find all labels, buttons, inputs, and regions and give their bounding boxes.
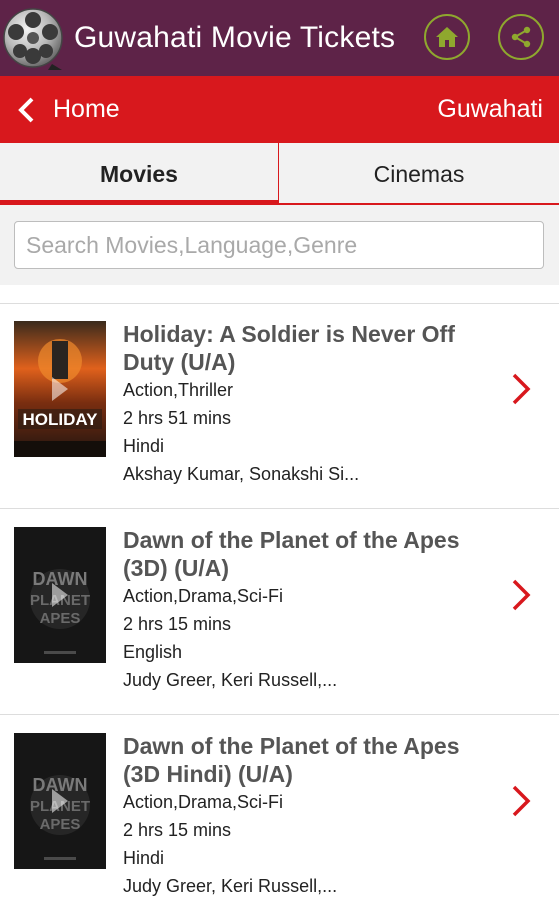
movie-info: Holiday: A Soldier is Never Off Duty (U/…: [123, 320, 493, 488]
movie-title: Holiday: A Soldier is Never Off Duty (U/…: [123, 321, 455, 375]
back-home-link[interactable]: Home: [53, 93, 120, 125]
movie-duration: 2 hrs 51 mins: [123, 408, 232, 428]
play-icon: [52, 583, 68, 607]
search-input[interactable]: [14, 221, 544, 269]
chevron-right-icon[interactable]: [510, 578, 532, 612]
svg-text:HOLIDAY: HOLIDAY: [23, 410, 99, 429]
movie-title: Dawn of the Planet of the Apes (3D) (U/A…: [123, 527, 460, 581]
movie-title: Dawn of the Planet of the Apes (3D Hindi…: [123, 733, 460, 787]
movie-cast: Akshay Kumar, Sonakshi Si...: [123, 464, 360, 484]
movie-language: Hindi: [123, 436, 165, 456]
play-icon: [52, 377, 68, 401]
movie-genre: Action,Thriller: [123, 380, 234, 400]
movie-language: Hindi: [123, 848, 165, 868]
play-icon: [52, 789, 68, 813]
movie-cast: Judy Greer, Keri Russell,...: [123, 876, 338, 896]
movie-info: Dawn of the Planet of the Apes (3D Hindi…: [123, 732, 493, 900]
movie-duration: 2 hrs 15 mins: [123, 820, 232, 840]
movie-language: English: [123, 642, 183, 662]
movie-poster[interactable]: DAWN PLANET APES: [14, 733, 106, 869]
share-button[interactable]: [498, 14, 544, 60]
movie-list-item[interactable]: DAWN PLANET APES Dawn of the Planet of t…: [0, 510, 559, 715]
movie-info: Dawn of the Planet of the Apes (3D) (U/A…: [123, 526, 493, 694]
film-reel-icon: [2, 4, 64, 72]
nav-bar: Home Guwahati: [0, 76, 559, 143]
back-chevron-icon[interactable]: [16, 96, 38, 124]
search-area: [0, 205, 559, 285]
movie-list-item[interactable]: DAWN PLANET APES Dawn of the Planet of t…: [0, 716, 559, 900]
movie-poster[interactable]: DAWN PLANET APES: [14, 527, 106, 663]
chevron-right-icon[interactable]: [510, 372, 532, 406]
chevron-right-icon[interactable]: [510, 784, 532, 818]
movie-duration: 2 hrs 15 mins: [123, 614, 232, 634]
svg-text:APES: APES: [40, 816, 81, 833]
tab-movies[interactable]: Movies: [0, 143, 278, 205]
movie-poster[interactable]: HOLIDAY: [14, 321, 106, 457]
home-button[interactable]: [424, 14, 470, 60]
tab-cinemas[interactable]: Cinemas: [279, 143, 559, 205]
tab-bar: Movies Cinemas: [0, 143, 559, 205]
movie-list-item[interactable]: HOLIDAY Holiday: A Soldier is Never Off …: [0, 304, 559, 509]
movie-genre: Action,Drama,Sci-Fi: [123, 586, 284, 606]
svg-text:APES: APES: [40, 610, 81, 627]
movie-cast: Judy Greer, Keri Russell,...: [123, 670, 338, 690]
city-selector[interactable]: Guwahati: [437, 93, 543, 125]
share-icon: [511, 26, 531, 48]
app-title: Guwahati Movie Tickets: [74, 21, 396, 54]
home-icon: [436, 27, 458, 47]
app-bar: Guwahati Movie Tickets: [0, 0, 559, 76]
movie-genre: Action,Drama,Sci-Fi: [123, 792, 284, 812]
